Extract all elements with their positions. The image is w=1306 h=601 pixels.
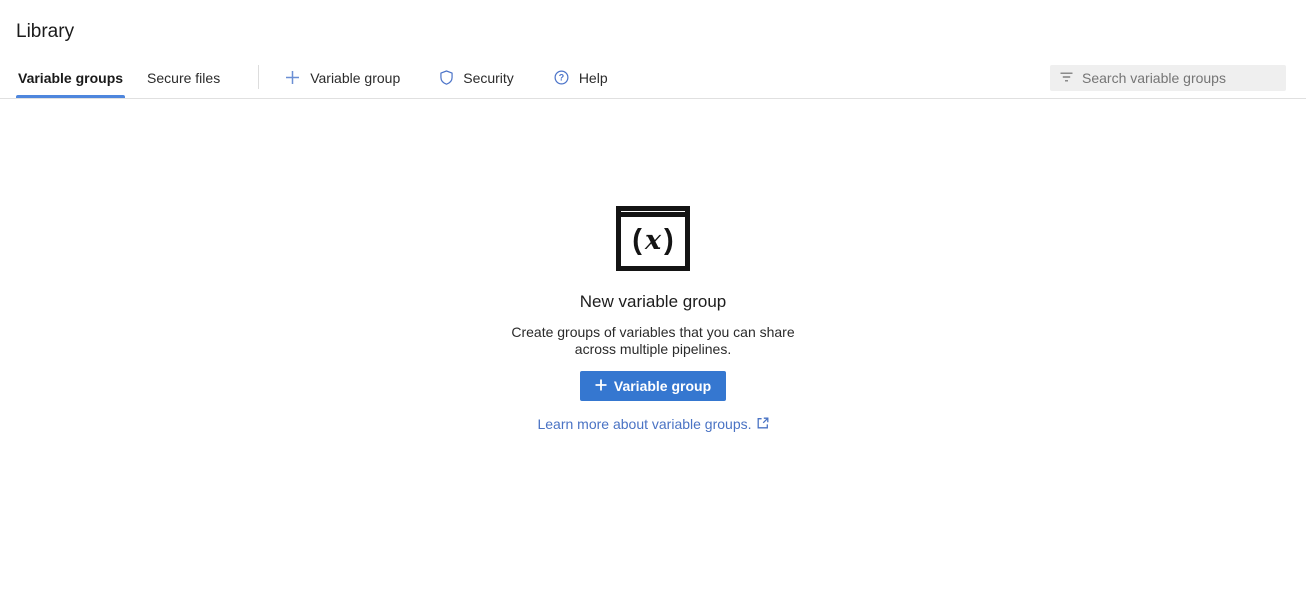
- add-variable-group-label: Variable group: [310, 70, 400, 86]
- search-input[interactable]: [1082, 70, 1276, 86]
- help-icon: ?: [554, 70, 569, 85]
- icon-close-paren: ): [664, 226, 674, 255]
- empty-state: ( x ) New variable group Create groups o…: [0, 206, 1306, 432]
- icon-x-glyph: x: [645, 227, 661, 254]
- svg-text:?: ?: [559, 73, 564, 83]
- tab-secure-files-label: Secure files: [147, 70, 220, 86]
- primary-button-label: Variable group: [614, 378, 711, 394]
- security-label: Security: [463, 70, 514, 86]
- learn-more-link-label: Learn more about variable groups.: [537, 416, 751, 432]
- tabbar-spacer: [640, 57, 1050, 98]
- page-header: Library: [0, 0, 1306, 57]
- plus-icon: [595, 378, 607, 394]
- shield-icon: [440, 70, 453, 85]
- toolbar: Variable group Security ? Help: [277, 57, 639, 98]
- variable-group-primary-button[interactable]: Variable group: [580, 371, 726, 401]
- filter-icon: [1060, 69, 1073, 87]
- tab-variable-groups[interactable]: Variable groups: [16, 57, 125, 98]
- tab-variable-groups-label: Variable groups: [18, 70, 123, 86]
- search-box[interactable]: [1050, 65, 1286, 91]
- variable-group-icon: ( x ): [616, 206, 690, 271]
- add-variable-group-button[interactable]: Variable group: [277, 57, 408, 98]
- help-button[interactable]: ? Help: [546, 57, 616, 98]
- empty-state-description: Create groups of variables that you can …: [501, 324, 806, 358]
- tab-secure-files[interactable]: Secure files: [145, 57, 222, 98]
- page-title: Library: [16, 21, 1290, 43]
- empty-state-title: New variable group: [580, 292, 726, 312]
- external-link-icon: [757, 416, 769, 432]
- help-label: Help: [579, 70, 608, 86]
- learn-more-link[interactable]: Learn more about variable groups.: [537, 416, 768, 432]
- icon-open-paren: (: [632, 226, 642, 255]
- tab-bar: Variable groups Secure files Variable gr…: [0, 57, 1306, 99]
- tabs: Variable groups Secure files: [16, 57, 242, 98]
- plus-icon: [285, 70, 300, 85]
- toolbar-divider: [258, 65, 259, 89]
- variable-group-icon-body: ( x ): [621, 217, 685, 266]
- security-button[interactable]: Security: [432, 57, 522, 98]
